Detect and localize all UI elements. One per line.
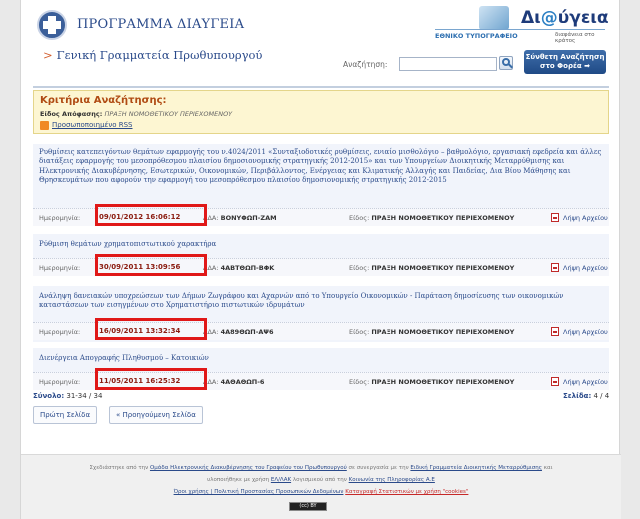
result-kind: Είδος: ΠΡΑΞΗ ΝΟΜΟΘΕΤΙΚΟΥ ΠΕΡΙΕΧΟΜΕΝΟΥ — [349, 328, 515, 336]
previous-page-button[interactable]: « Προηγούμενη Σελίδα — [109, 406, 203, 424]
footer-link-terms-privacy[interactable]: Όροι χρήσης | Πολιτική Προστασίας Προσωπ… — [174, 489, 344, 495]
result-kind: Είδος: ΠΡΑΞΗ ΝΟΜΟΘΕΤΙΚΟΥ ΠΕΡΙΕΧΟΜΕΝΟΥ — [349, 214, 515, 222]
program-title[interactable]: ΠΡΟΓΡΑΜΜΑ ΔΙΑΥΓΕΙΑ — [77, 17, 244, 32]
result-ada: ΑΔΑ: 4ΑΘΑΘΩΠ-6 — [203, 378, 265, 386]
search-criteria-box: Κριτήρια Αναζήτησης: Είδος Απόφασης: ΠΡΑ… — [33, 90, 609, 134]
brand-subtitle-printing-office: ΕΘΝΙΚΟ ΤΥΠΟΓΡΑΦΕΙΟ — [435, 32, 518, 40]
highlight-box — [95, 368, 207, 390]
date-label: Ημερομηνία: — [39, 214, 81, 222]
brand-name: Δι@ύγεια — [521, 8, 609, 28]
first-page-button[interactable]: Πρώτη Σελίδα — [33, 406, 98, 424]
result-title-link[interactable]: Ρυθμίσεις κατεπειγόντων θεμάτων εφαρμογή… — [39, 148, 605, 186]
date-label: Ημερομηνία: — [39, 264, 81, 272]
download-file-link[interactable]: Λήψη Αρχείου — [563, 328, 608, 336]
footer-link-information-society[interactable]: Κοινωνία της Πληροφορίας Α.Ε — [349, 477, 435, 483]
footer-link-admin-reform[interactable]: Ειδική Γραμματεία Διοικητικής Μεταρρύθμι… — [410, 465, 542, 471]
search-label: Αναζήτηση: — [343, 60, 388, 69]
result-kind: Είδος: ΠΡΑΞΗ ΝΟΜΟΘΕΤΙΚΟΥ ΠΕΡΙΕΧΟΜΕΝΟΥ — [349, 264, 515, 272]
search-input[interactable] — [399, 57, 497, 71]
result-item: Ρύθμιση θεμάτων χρηματοπιστωτικού χαρακτ… — [33, 234, 609, 276]
header-divider — [33, 86, 609, 88]
results-total: Σύνολο: 31-34 / 34 — [33, 392, 103, 400]
result-item: Διενέργεια Απογραφής Πληθυσμού – Κατοικι… — [33, 348, 609, 390]
footer-implementation: υλοποιήθηκε με χρήση ΕΛ/ΛΑΚ λογισμικού α… — [207, 477, 435, 483]
result-kind: Είδος: ΠΡΑΞΗ ΝΟΜΟΘΕΤΙΚΟΥ ΠΕΡΙΕΧΟΜΕΝΟΥ — [349, 378, 515, 386]
result-title-link[interactable]: Διενέργεια Απογραφής Πληθυσμού – Κατοικι… — [39, 354, 605, 363]
footer-credits: Σχεδιάστηκε από την Ομάδα Ηλεκτρονικής Δ… — [89, 465, 553, 471]
result-ada: ΑΔΑ: ΒΟΝΥΦΩΠ-ΖΑΜ — [203, 214, 277, 222]
result-ada: ΑΔΑ: 4Α89ΘΩΠ-ΑΨ6 — [203, 328, 274, 336]
arrow-right-icon: > — [43, 48, 53, 62]
pdf-icon[interactable] — [551, 263, 559, 272]
highlight-box — [95, 318, 207, 340]
footer-link-foss[interactable]: ΕΛ/ΛΑΚ — [271, 477, 291, 483]
personalized-rss-link[interactable]: Προσωποποιημένο RSS — [52, 121, 133, 129]
advanced-search-button[interactable]: Σύνθετη Αναζήτηση στο Φορέα ➡ — [524, 50, 606, 74]
date-label: Ημερομηνία: — [39, 328, 81, 336]
criteria-title: Κριτήρια Αναζήτησης: — [40, 95, 167, 106]
highlight-box — [95, 204, 207, 226]
download-file-link[interactable]: Λήψη Αρχείου — [563, 264, 608, 272]
footer-link-cookies[interactable]: Καταγραφή Στατιστικών με χρήση "cookies" — [345, 489, 468, 495]
site-footer: Σχεδιάστηκε από την Ομάδα Ηλεκτρονικής Δ… — [21, 454, 621, 519]
organization-title[interactable]: > Γενική Γραμματεία Πρωθυπουργού — [43, 48, 262, 62]
download-file-link[interactable]: Λήψη Αρχείου — [563, 214, 608, 222]
result-item: Ανάληψη δανειακών υποχρεώσεων των Δήμων … — [33, 286, 609, 342]
creative-commons-badge[interactable]: (cc) BY — [289, 502, 327, 511]
date-label: Ημερομηνία: — [39, 378, 81, 386]
page-indicator: Σελίδα: 4 / 4 — [563, 392, 610, 400]
pdf-icon[interactable] — [551, 213, 559, 222]
brand-tagline: διαφάνεια στο κράτος — [555, 32, 595, 44]
result-title-link[interactable]: Ανάληψη δανειακών υποχρεώσεων των Δήμων … — [39, 292, 605, 311]
pdf-icon[interactable] — [551, 377, 559, 386]
footer-policies: Όροι χρήσης | Πολιτική Προστασίας Προσωπ… — [21, 489, 621, 495]
pdf-icon[interactable] — [551, 327, 559, 336]
highlight-box — [95, 254, 207, 276]
result-item: Ρυθμίσεις κατεπειγόντων θεμάτων εφαρμογή… — [33, 144, 609, 226]
book-icon — [479, 6, 509, 30]
criteria-decision-type: Είδος Απόφασης: ΠΡΑΞΗ ΝΟΜΟΘΕΤΙΚΟΥ ΠΕΡΙΕΧ… — [40, 110, 233, 118]
rss-icon[interactable] — [40, 121, 49, 130]
page-container: ΠΡΟΓΡΑΜΜΑ ΔΙΑΥΓΕΙΑ Δι@ύγεια ΕΘΝΙΚΟ ΤΥΠΟΓ… — [20, 0, 621, 519]
diavgeia-logo[interactable]: Δι@ύγεια ΕΘΝΙΚΟ ΤΥΠΟΓΡΑΦΕΙΟ διαφάνεια στ… — [421, 6, 611, 44]
search-button[interactable] — [499, 56, 513, 70]
result-title-link[interactable]: Ρύθμιση θεμάτων χρηματοπιστωτικού χαρακτ… — [39, 240, 605, 249]
result-ada: ΑΔΑ: 4ΑΒΤΘΩΠ-ΒΦΚ — [203, 264, 275, 272]
footer-link-egov-team[interactable]: Ομάδα Ηλεκτρονικής Διακυβέρνησης του Γρα… — [150, 465, 347, 471]
site-header: ΠΡΟΓΡΑΜΜΑ ΔΙΑΥΓΕΙΑ Δι@ύγεια ΕΘΝΙΚΟ ΤΥΠΟΓ… — [21, 0, 621, 88]
greek-emblem-icon — [37, 10, 67, 40]
download-file-link[interactable]: Λήψη Αρχείου — [563, 378, 608, 386]
logo-divider — [435, 29, 605, 30]
